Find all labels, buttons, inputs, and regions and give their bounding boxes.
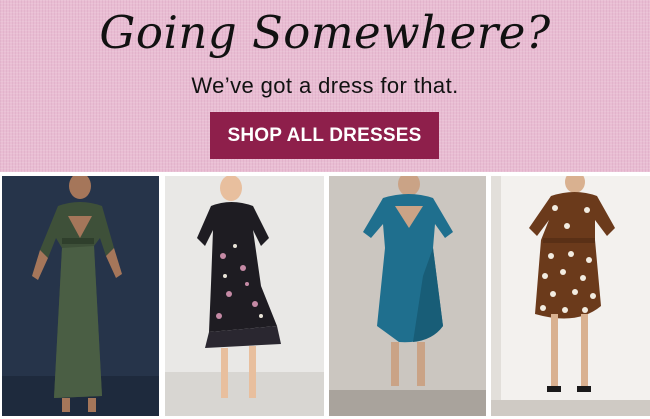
product-photo-teal-wrap-dress[interactable] (329, 176, 486, 416)
dress-photo-icon (165, 176, 324, 416)
hero-subheadline: We’ve got a dress for that. (191, 73, 459, 98)
dress-photo-icon (329, 176, 486, 416)
dress-photo-icon (2, 176, 159, 416)
product-photo-polka-dot-dress[interactable] (491, 176, 650, 416)
hero-banner: Going Somewhere? We’ve got a dress for t… (0, 0, 650, 172)
product-photo-floral-mesh-dress[interactable] (165, 176, 324, 416)
product-photo-green-velvet-dress[interactable] (2, 176, 159, 416)
dress-photo-icon (491, 176, 650, 416)
shop-all-dresses-button[interactable]: SHOP ALL DRESSES (210, 112, 439, 159)
hero-headline: Going Somewhere? (99, 6, 551, 59)
